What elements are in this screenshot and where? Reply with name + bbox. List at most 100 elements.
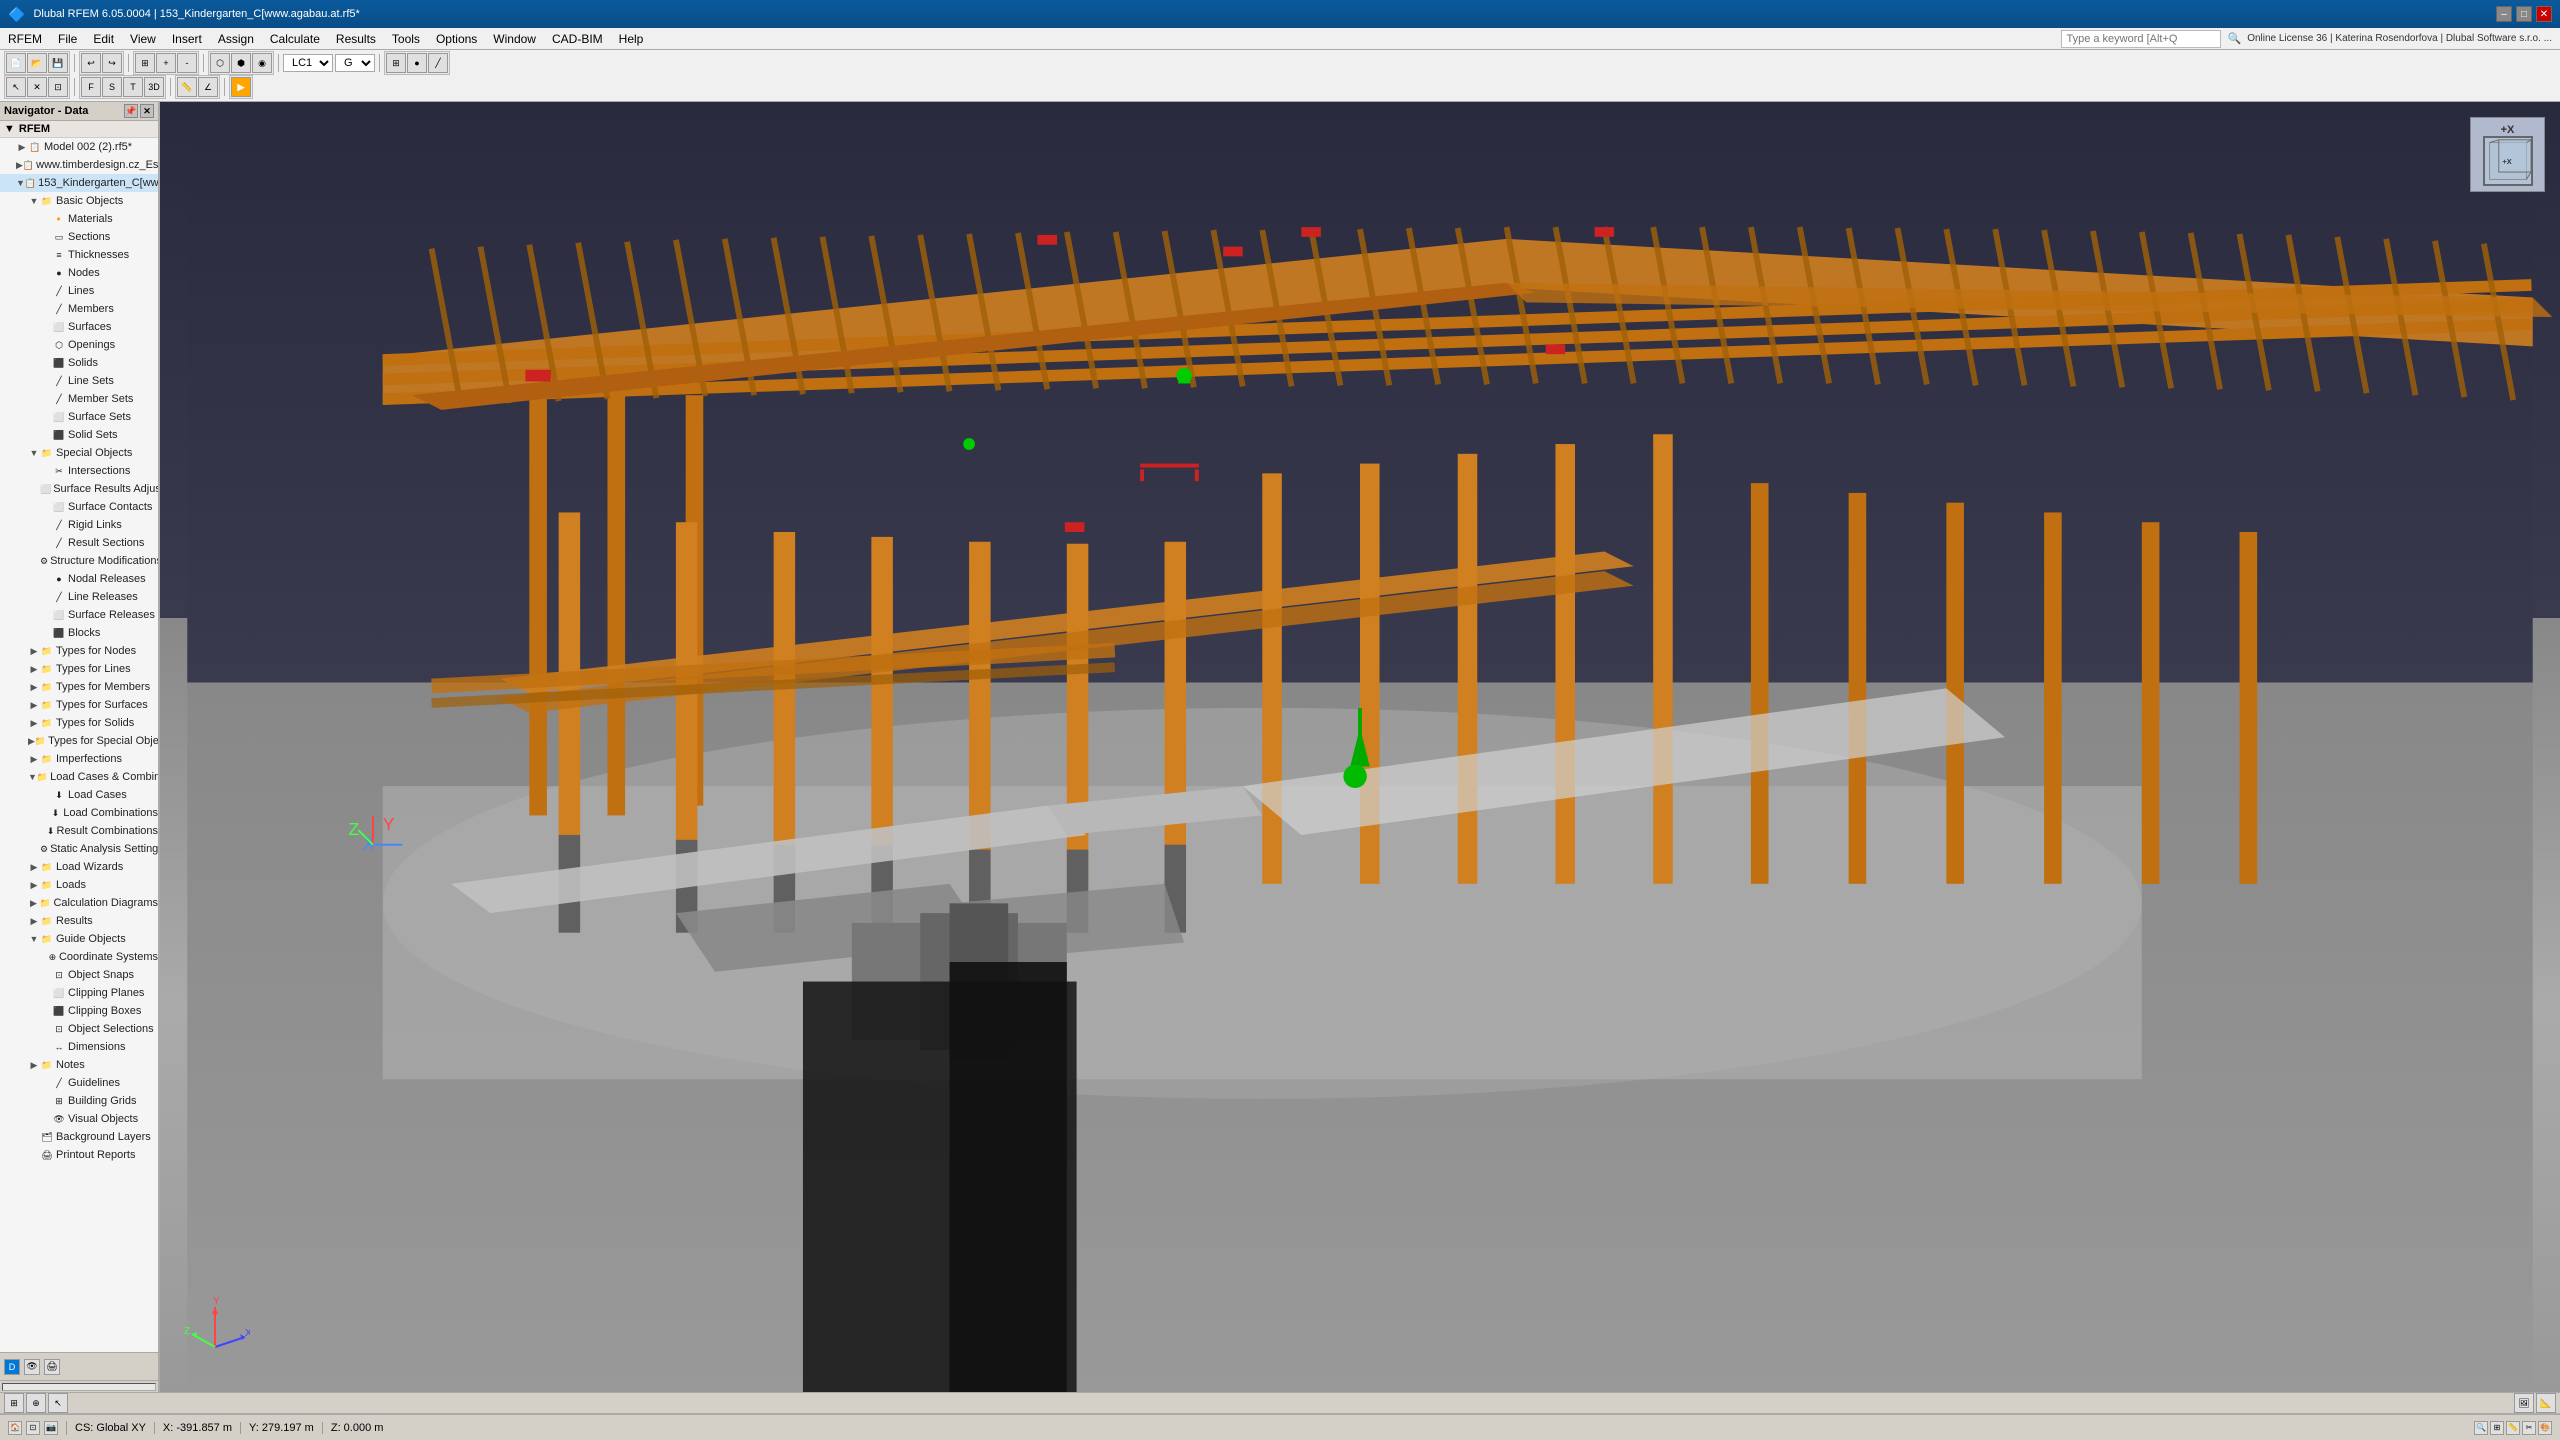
structure-mod-item[interactable]: ⚙ Structure Modifications xyxy=(0,552,158,570)
types-lines-folder[interactable]: ▶ 📁 Types for Lines xyxy=(0,660,158,678)
solids-item[interactable]: ⬛ Solids xyxy=(0,354,158,372)
zoom-out-btn[interactable]: - xyxy=(177,53,197,73)
surface-releases-item[interactable]: ⬜ Surface Releases xyxy=(0,606,158,624)
status-icon3[interactable]: 📏 xyxy=(2506,1421,2520,1435)
blocks-item[interactable]: ⬛ Blocks xyxy=(0,624,158,642)
perspective-btn[interactable]: 📐 xyxy=(2536,1393,2556,1413)
minimize-button[interactable]: – xyxy=(2496,6,2512,22)
calculate-btn[interactable]: ▶ xyxy=(231,77,251,97)
view-cube[interactable]: +X +X xyxy=(2470,117,2545,192)
menu-view[interactable]: View xyxy=(122,28,164,49)
clipping-boxes-item[interactable]: ⬛ Clipping Boxes xyxy=(0,1002,158,1020)
status-cam-btn[interactable]: 📷 xyxy=(44,1421,58,1435)
project-item-3[interactable]: ▼ 📋 153_Kindergarten_C[www.agabau.at.rf5… xyxy=(0,174,158,192)
pick-btn[interactable]: ↖ xyxy=(48,1393,68,1413)
special-objects-folder[interactable]: ▼ 📁 Special Objects xyxy=(0,444,158,462)
object-snaps-item[interactable]: ⊡ Object Snaps xyxy=(0,966,158,984)
materials-item[interactable]: 🔸 Materials xyxy=(0,210,158,228)
status-snap-btn[interactable]: ⊡ xyxy=(26,1421,40,1435)
intersections-item[interactable]: ✂ Intersections xyxy=(0,462,158,480)
solid-btn[interactable]: ⬢ xyxy=(231,53,251,73)
static-analysis-item[interactable]: ⚙ Static Analysis Settings xyxy=(0,840,158,858)
maximize-button[interactable]: □ xyxy=(2516,6,2532,22)
notes-folder[interactable]: ▶ 📁 Notes xyxy=(0,1056,158,1074)
results-folder[interactable]: ▶ 📁 Results xyxy=(0,912,158,930)
loadcases-folder[interactable]: ▼ 📁 Load Cases & Combinations xyxy=(0,768,158,786)
building-grids-item[interactable]: ⊞ Building Grids xyxy=(0,1092,158,1110)
solidsets-item[interactable]: ⬛ Solid Sets xyxy=(0,426,158,444)
types-surfaces-folder[interactable]: ▶ 📁 Types for Surfaces xyxy=(0,696,158,714)
surfacesets-item[interactable]: ⬜ Surface Sets xyxy=(0,408,158,426)
undo-btn[interactable]: ↩ xyxy=(81,53,101,73)
object-selections-item[interactable]: ⊡ Object Selections xyxy=(0,1020,158,1038)
view-side-btn[interactable]: S xyxy=(102,77,122,97)
snap-node-btn[interactable]: ● xyxy=(407,53,427,73)
surface-results-adj-item[interactable]: ⬜ Surface Results Adjustments xyxy=(0,480,158,498)
menu-cadbim[interactable]: CAD-BIM xyxy=(544,28,611,49)
nav-print-btn[interactable]: 🖨 xyxy=(44,1359,60,1375)
surface-contacts-item[interactable]: ⬜ Surface Contacts xyxy=(0,498,158,516)
menu-window[interactable]: Window xyxy=(485,28,544,49)
types-nodes-folder[interactable]: ▶ 📁 Types for Nodes xyxy=(0,642,158,660)
viewport[interactable]: X Y Z +X +X xyxy=(160,102,2560,1392)
open-btn[interactable]: 📂 xyxy=(27,53,47,73)
project-item-2[interactable]: ▶ 📋 www.timberdesign.cz_Ester-Tower-in-J… xyxy=(0,156,158,174)
membersets-item[interactable]: ╱ Member Sets xyxy=(0,390,158,408)
background-layers-item[interactable]: 🗂 Background Layers xyxy=(0,1128,158,1146)
menu-assign[interactable]: Assign xyxy=(210,28,262,49)
dimensions-item[interactable]: ↔ Dimensions xyxy=(0,1038,158,1056)
members-item[interactable]: ╱ Members xyxy=(0,300,158,318)
load-wizards-folder[interactable]: ▶ 📁 Load Wizards xyxy=(0,858,158,876)
close-button[interactable]: ✕ xyxy=(2536,6,2552,22)
basic-objects-folder[interactable]: ▼ 📁 Basic Objects xyxy=(0,192,158,210)
rigid-links-item[interactable]: ╱ Rigid Links xyxy=(0,516,158,534)
nav-pin-btn[interactable]: 📌 xyxy=(124,104,138,118)
status-icon4[interactable]: ✂ xyxy=(2522,1421,2536,1435)
coord-systems-item[interactable]: ⊕ Coordinate Systems xyxy=(0,948,158,966)
view-front-btn[interactable]: F xyxy=(81,77,101,97)
deselect-btn[interactable]: ✕ xyxy=(27,77,47,97)
line-releases-item[interactable]: ╱ Line Releases xyxy=(0,588,158,606)
nodal-releases-item[interactable]: ● Nodal Releases xyxy=(0,570,158,588)
clipping-planes-item[interactable]: ⬜ Clipping Planes xyxy=(0,984,158,1002)
snap-line-btn[interactable]: ╱ xyxy=(428,53,448,73)
view-3d-btn[interactable]: 3D xyxy=(144,77,164,97)
view-icons-btn[interactable]: 🖼 xyxy=(2514,1393,2534,1413)
zoom-fit-btn[interactable]: ⊞ xyxy=(135,53,155,73)
menu-results[interactable]: Results xyxy=(328,28,384,49)
types-members-folder[interactable]: ▶ 📁 Types for Members xyxy=(0,678,158,696)
zoom-in-btn[interactable]: + xyxy=(156,53,176,73)
menu-file[interactable]: File xyxy=(50,28,85,49)
menu-insert[interactable]: Insert xyxy=(164,28,210,49)
openings-item[interactable]: ⬡ Openings xyxy=(0,336,158,354)
lines-item[interactable]: ╱ Lines xyxy=(0,282,158,300)
snap-grid-btn[interactable]: ⊞ xyxy=(386,53,406,73)
visual-objects-item[interactable]: 👁 Visual Objects xyxy=(0,1110,158,1128)
lc-type-select[interactable]: G Q S xyxy=(335,54,375,72)
menu-help[interactable]: Help xyxy=(611,28,652,49)
select-btn[interactable]: ↖ xyxy=(6,77,26,97)
menu-calculate[interactable]: Calculate xyxy=(262,28,328,49)
wireframe-btn[interactable]: ⬡ xyxy=(210,53,230,73)
angle-btn[interactable]: ∠ xyxy=(198,77,218,97)
menu-edit[interactable]: Edit xyxy=(85,28,122,49)
measure-btn[interactable]: 📏 xyxy=(177,77,197,97)
imperfections-folder[interactable]: ▶ 📁 Imperfections xyxy=(0,750,158,768)
printout-reports-item[interactable]: 🖨 Printout Reports xyxy=(0,1146,158,1164)
status-icon5[interactable]: 🎨 xyxy=(2538,1421,2552,1435)
status-icon1[interactable]: 🔍 xyxy=(2474,1421,2488,1435)
search-input[interactable] xyxy=(2061,30,2221,48)
nodes-item[interactable]: ● Nodes xyxy=(0,264,158,282)
project-item-1[interactable]: ▶ 📋 Model 002 (2).rf5* xyxy=(0,138,158,156)
sections-item[interactable]: ▭ Sections xyxy=(0,228,158,246)
render-btn[interactable]: ◉ xyxy=(252,53,272,73)
menu-options[interactable]: Options xyxy=(428,28,485,49)
result-sections-item[interactable]: ╱ Result Sections xyxy=(0,534,158,552)
new-btn[interactable]: 📄 xyxy=(6,53,26,73)
result-combis-item[interactable]: ⬇ Result Combinations xyxy=(0,822,158,840)
view-cube-face[interactable]: +X xyxy=(2483,136,2533,186)
types-solids-folder[interactable]: ▶ 📁 Types for Solids xyxy=(0,714,158,732)
guide-objects-folder[interactable]: ▼ 📁 Guide Objects xyxy=(0,930,158,948)
menu-tools[interactable]: Tools xyxy=(384,28,428,49)
select-all-btn[interactable]: ⊡ xyxy=(48,77,68,97)
